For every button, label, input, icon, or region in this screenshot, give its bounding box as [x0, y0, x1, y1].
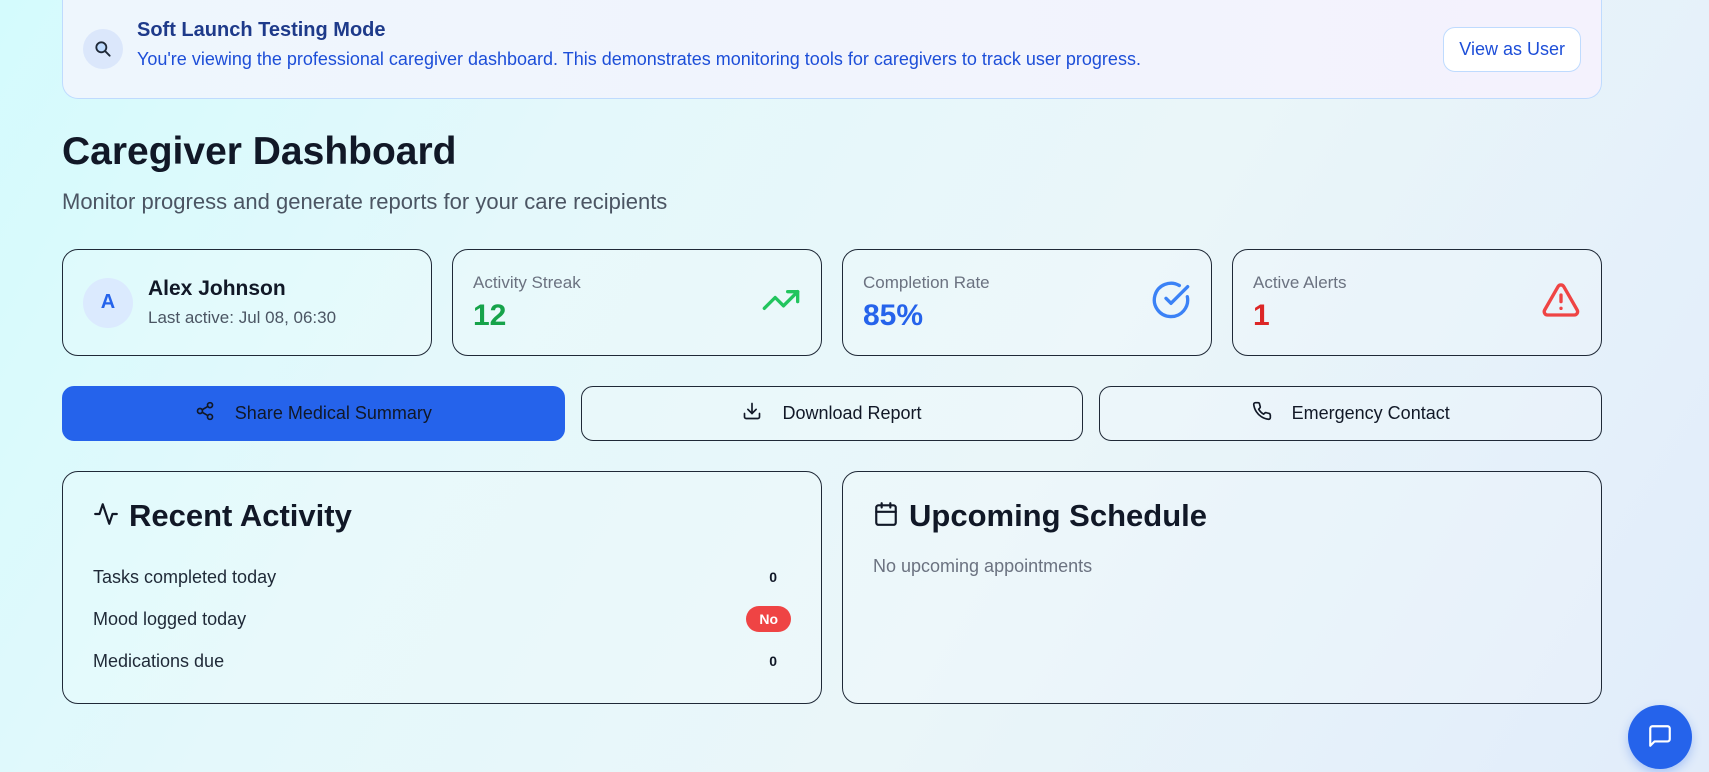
- row-label: Tasks completed today: [93, 566, 277, 587]
- list-item: Medications due 0: [93, 640, 791, 682]
- trending-up-icon: [761, 280, 801, 325]
- actions-row: Share Medical Summary Download Report Em…: [62, 386, 1603, 441]
- user-card[interactable]: A Alex Johnson Last active: Jul 08, 06:3…: [62, 249, 432, 356]
- view-as-user-button[interactable]: View as User: [1443, 26, 1581, 72]
- completion-rate-card: Completion Rate 85%: [842, 249, 1212, 356]
- stat-value: 12: [473, 298, 507, 332]
- upcoming-schedule-panel: Upcoming Schedule No upcoming appointmen…: [842, 471, 1602, 704]
- activity-streak-card: Activity Streak 12: [452, 249, 822, 356]
- button-label: Share Medical Summary: [234, 403, 432, 423]
- button-label: Download Report: [782, 403, 922, 423]
- stat-value: 1: [1253, 298, 1270, 332]
- panel-title: Recent Activity: [129, 498, 352, 533]
- stat-label: Active Alerts: [1253, 272, 1347, 292]
- activity-icon: [93, 501, 119, 532]
- avatar: A: [83, 277, 133, 328]
- stats-row: A Alex Johnson Last active: Jul 08, 06:3…: [62, 249, 1602, 356]
- emergency-contact-button[interactable]: Emergency Contact: [1099, 386, 1603, 441]
- alert-triangle-icon: [1541, 280, 1581, 325]
- user-name: Alex Johnson: [148, 277, 286, 300]
- calendar-icon: [873, 501, 899, 532]
- dashboard-container: Soft Launch Testing Mode You're viewing …: [62, 0, 1603, 704]
- recent-activity-panel: Recent Activity Tasks completed today 0 …: [62, 471, 822, 704]
- testing-mode-banner: Soft Launch Testing Mode You're viewing …: [62, 0, 1602, 99]
- empty-state-text: No upcoming appointments: [873, 556, 1093, 576]
- stat-label: Completion Rate: [863, 272, 990, 292]
- row-value: 0: [769, 653, 777, 669]
- stat-label: Activity Streak: [473, 272, 581, 292]
- active-alerts-card: Active Alerts 1: [1232, 249, 1602, 356]
- row-label: Mood logged today: [93, 608, 247, 629]
- button-label: Emergency Contact: [1291, 403, 1450, 423]
- message-icon: [1647, 723, 1673, 752]
- download-report-button[interactable]: Download Report: [580, 386, 1084, 441]
- share-icon: [195, 401, 215, 426]
- status-badge: No: [746, 606, 791, 632]
- download-icon: [742, 401, 762, 426]
- row-value: 0: [769, 569, 777, 585]
- check-circle-icon: [1151, 280, 1191, 325]
- banner-description: You're viewing the professional caregive…: [137, 48, 1141, 69]
- last-active-text: Last active: Jul 08, 06:30: [148, 308, 337, 327]
- chat-button[interactable]: [1628, 705, 1692, 769]
- share-medical-summary-button[interactable]: Share Medical Summary: [62, 386, 565, 441]
- panel-title: Upcoming Schedule: [909, 498, 1207, 533]
- banner-title: Soft Launch Testing Mode: [137, 18, 386, 41]
- stat-value: 85%: [863, 298, 924, 332]
- page-subtitle: Monitor progress and generate reports fo…: [62, 189, 668, 214]
- list-item: Tasks completed today 0: [93, 556, 791, 598]
- list-item: Mood logged today No: [93, 598, 791, 640]
- magnifier-icon: [83, 29, 123, 69]
- page-title: Caregiver Dashboard: [62, 130, 457, 173]
- panels-row: Recent Activity Tasks completed today 0 …: [62, 471, 1602, 704]
- row-label: Medications due: [93, 650, 225, 671]
- phone-icon: [1252, 401, 1272, 426]
